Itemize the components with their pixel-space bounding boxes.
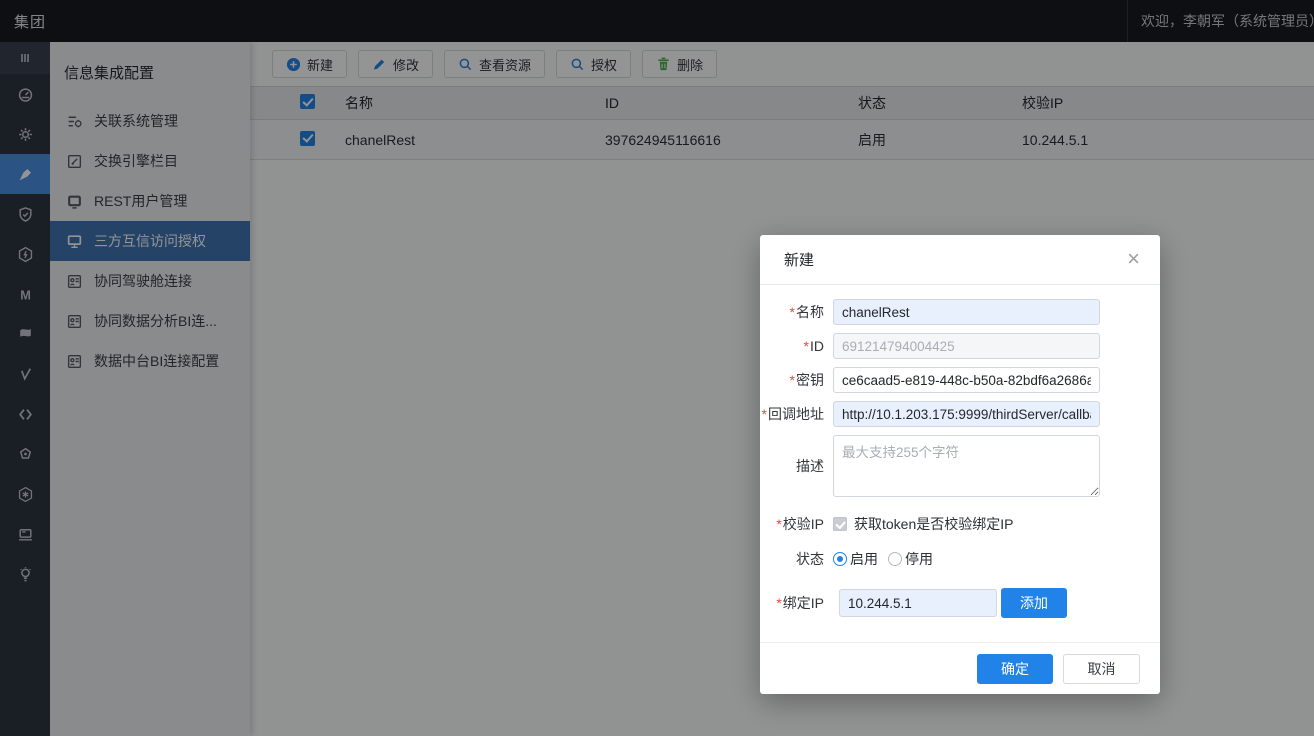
callback-url-input[interactable] <box>833 401 1100 427</box>
bind-ip-label: 绑定IP <box>760 589 824 617</box>
form-row-description: 描述 <box>760 435 1160 502</box>
verify-ip-label: 校验IP <box>760 516 824 532</box>
verify-ip-checkbox <box>833 517 847 531</box>
close-icon[interactable]: × <box>1127 248 1140 270</box>
dialog-footer: 确定 取消 <box>760 642 1160 694</box>
secret-label: 密钥 <box>760 367 824 393</box>
status-radio-disabled[interactable]: 停用 <box>888 549 933 569</box>
name-label: 名称 <box>760 299 824 325</box>
form-row-id: ID <box>760 333 1160 359</box>
cancel-button[interactable]: 取消 <box>1063 654 1140 684</box>
verify-ip-checkbox-label: 获取token是否校验绑定IP <box>854 514 1013 534</box>
secret-input[interactable] <box>833 367 1100 393</box>
dialog-title: 新建 <box>784 249 814 270</box>
id-input <box>833 333 1100 359</box>
status-label: 状态 <box>760 546 824 572</box>
id-label: ID <box>760 333 824 359</box>
callback-label: 回调地址 <box>760 401 824 427</box>
form-row-verify-ip: 校验IP 获取token是否校验绑定IP <box>760 514 1160 534</box>
bind-ip-input[interactable] <box>839 589 997 617</box>
form-row-secret: 密钥 <box>760 367 1160 393</box>
form-row-callback: 回调地址 <box>760 401 1160 427</box>
add-ip-button[interactable]: 添加 <box>1001 588 1067 618</box>
status-radio-enabled[interactable]: 启用 <box>833 549 878 569</box>
form-row-bind-ip: 绑定IP 添加 <box>760 588 1160 618</box>
dialog-body: 名称 ID 密钥 回调地址 描述 校验IP 获取token是否校验绑定IP <box>760 285 1160 642</box>
radio-label: 停用 <box>905 549 933 569</box>
form-row-status: 状态 启用 停用 <box>760 546 1160 572</box>
form-row-name: 名称 <box>760 299 1160 325</box>
radio-dot-icon <box>833 552 847 566</box>
description-label: 描述 <box>760 435 824 497</box>
radio-label: 启用 <box>850 549 878 569</box>
description-textarea[interactable] <box>833 435 1100 497</box>
dialog-header: 新建 × <box>760 235 1160 285</box>
new-record-dialog: 新建 × 名称 ID 密钥 回调地址 描述 校验IP 获取token是否校验绑 <box>760 235 1160 694</box>
confirm-button[interactable]: 确定 <box>977 654 1053 684</box>
radio-dot-icon <box>888 552 902 566</box>
name-input[interactable] <box>833 299 1100 325</box>
